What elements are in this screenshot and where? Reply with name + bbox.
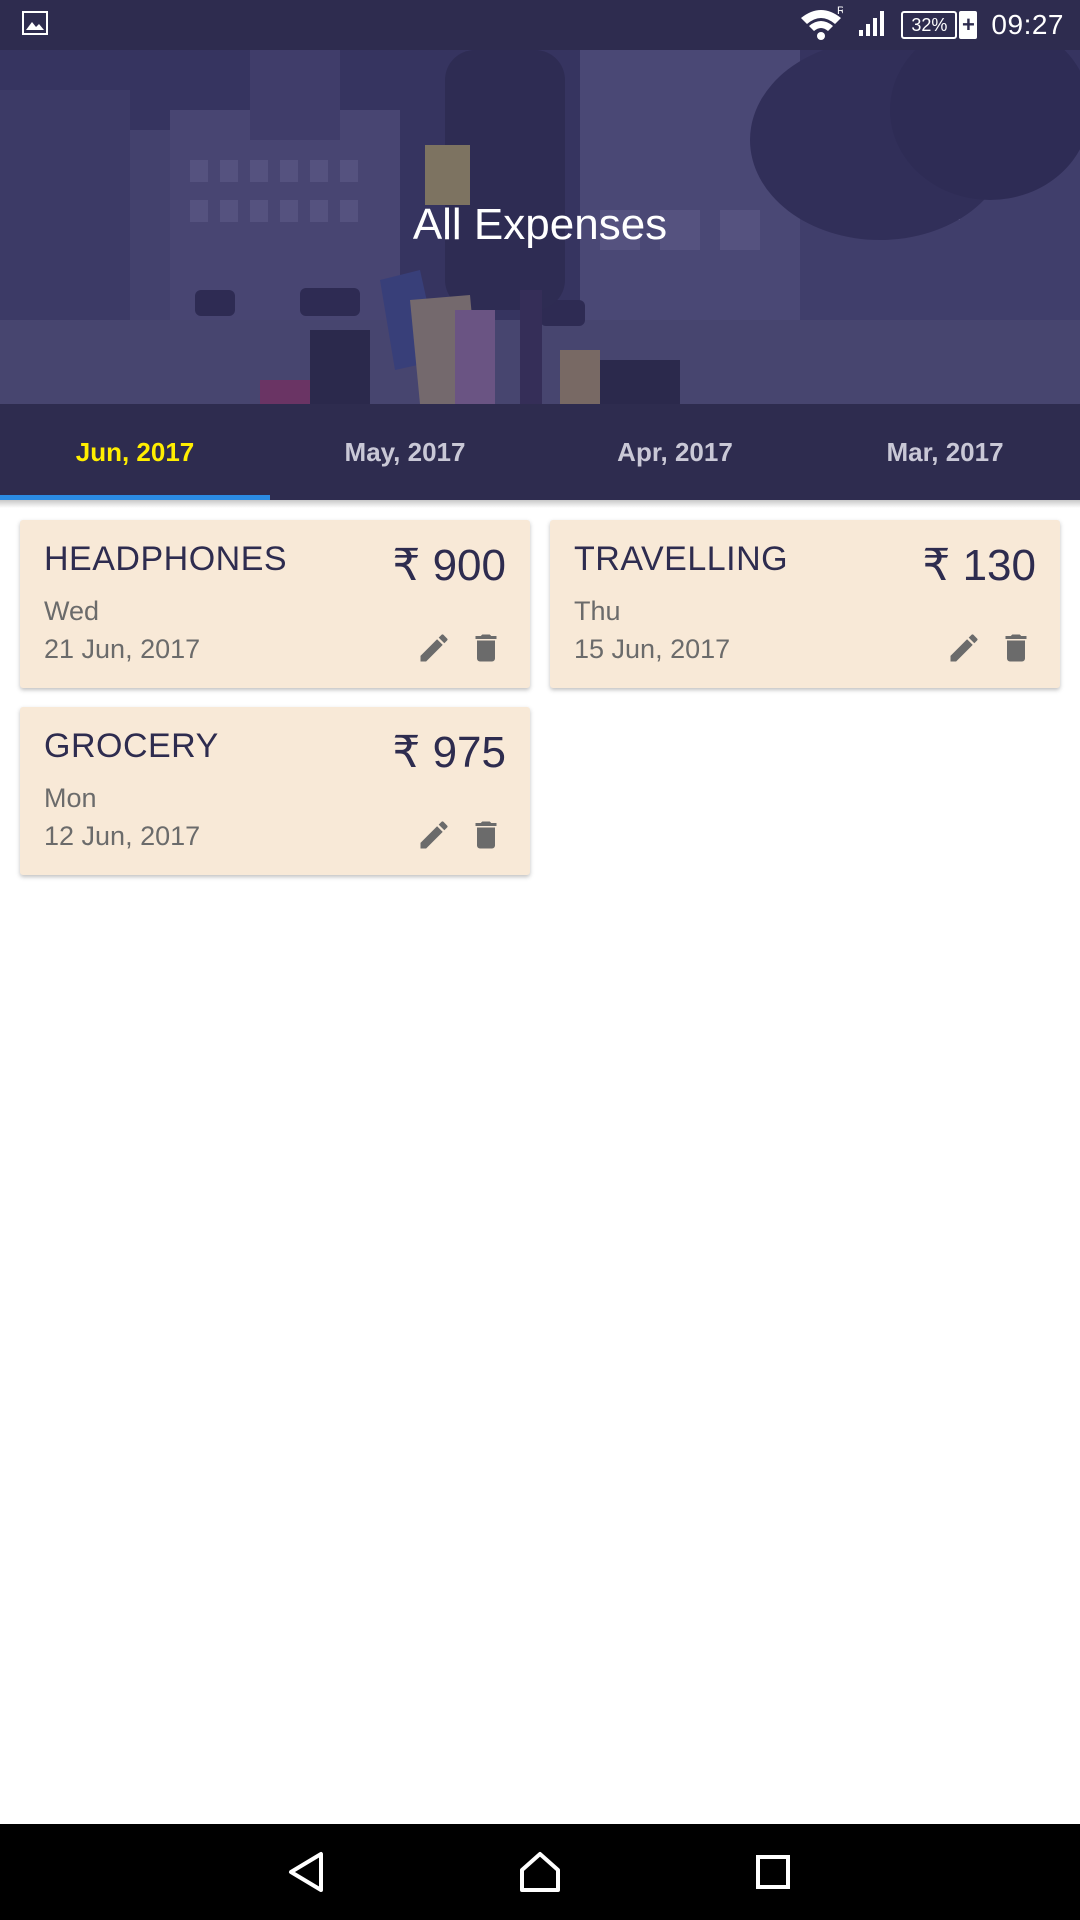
signal-icon (857, 8, 887, 43)
home-icon[interactable] (510, 1842, 570, 1902)
expense-amount: ₹ 130 (922, 541, 1036, 590)
expense-amount: ₹ 975 (392, 728, 506, 777)
tab-label: Jun, 2017 (75, 436, 195, 467)
expense-amount: ₹ 900 (392, 541, 506, 590)
expense-date: 12 Jun, 2017 (44, 821, 201, 851)
battery-icon: 32% + (901, 11, 978, 39)
battery-percent: 32% (901, 11, 958, 39)
expense-title: GROCERY (44, 727, 219, 765)
edit-icon[interactable] (416, 817, 452, 853)
expense-card[interactable]: HEADPHONES ₹ 900 Wed 21 Jun, 2017 (20, 520, 530, 688)
delete-icon[interactable] (468, 817, 504, 853)
edit-icon[interactable] (946, 630, 982, 666)
tab-mar-2017[interactable]: Mar, 2017 (810, 404, 1080, 500)
tab-label: May, 2017 (344, 436, 466, 467)
svg-text:R: R (837, 6, 843, 17)
delete-icon[interactable] (998, 630, 1034, 666)
charging-icon: + (959, 11, 978, 39)
tab-jun-2017[interactable]: Jun, 2017 (0, 404, 270, 500)
image-icon (22, 10, 48, 40)
edit-icon[interactable] (416, 630, 452, 666)
expense-date: 15 Jun, 2017 (574, 634, 731, 664)
status-time: 09:27 (991, 9, 1064, 40)
tab-label: Mar, 2017 (886, 436, 1004, 467)
tab-apr-2017[interactable]: Apr, 2017 (540, 404, 810, 500)
delete-icon[interactable] (468, 630, 504, 666)
back-icon[interactable] (277, 1842, 337, 1902)
expense-card[interactable]: TRAVELLING ₹ 130 Thu 15 Jun, 2017 (550, 520, 1060, 688)
screen: R 32% + 09:27 All Expenses Jun, 2017 May… (0, 0, 1080, 1920)
page-title: All Expenses (412, 200, 668, 249)
expense-title: HEADPHONES (44, 540, 288, 578)
recents-icon[interactable] (743, 1842, 803, 1902)
expense-date: 21 Jun, 2017 (44, 634, 201, 664)
expense-day: Mon (44, 783, 97, 813)
tab-may-2017[interactable]: May, 2017 (270, 404, 540, 500)
wifi-icon: R (799, 5, 845, 45)
expense-card[interactable]: GROCERY ₹ 975 Mon 12 Jun, 2017 (20, 707, 530, 875)
status-bar: R 32% + 09:27 (0, 0, 1080, 50)
expense-day: Thu (574, 596, 621, 626)
expense-day: Wed (44, 596, 100, 626)
expense-title: TRAVELLING (574, 540, 789, 578)
navigation-bar (0, 1824, 1080, 1920)
header-banner: All Expenses (0, 50, 1080, 404)
month-tabs: Jun, 2017 May, 2017 Apr, 2017 Mar, 2017 (0, 404, 1080, 500)
tabs-shadow (0, 500, 1080, 508)
tab-label: Apr, 2017 (617, 436, 733, 467)
